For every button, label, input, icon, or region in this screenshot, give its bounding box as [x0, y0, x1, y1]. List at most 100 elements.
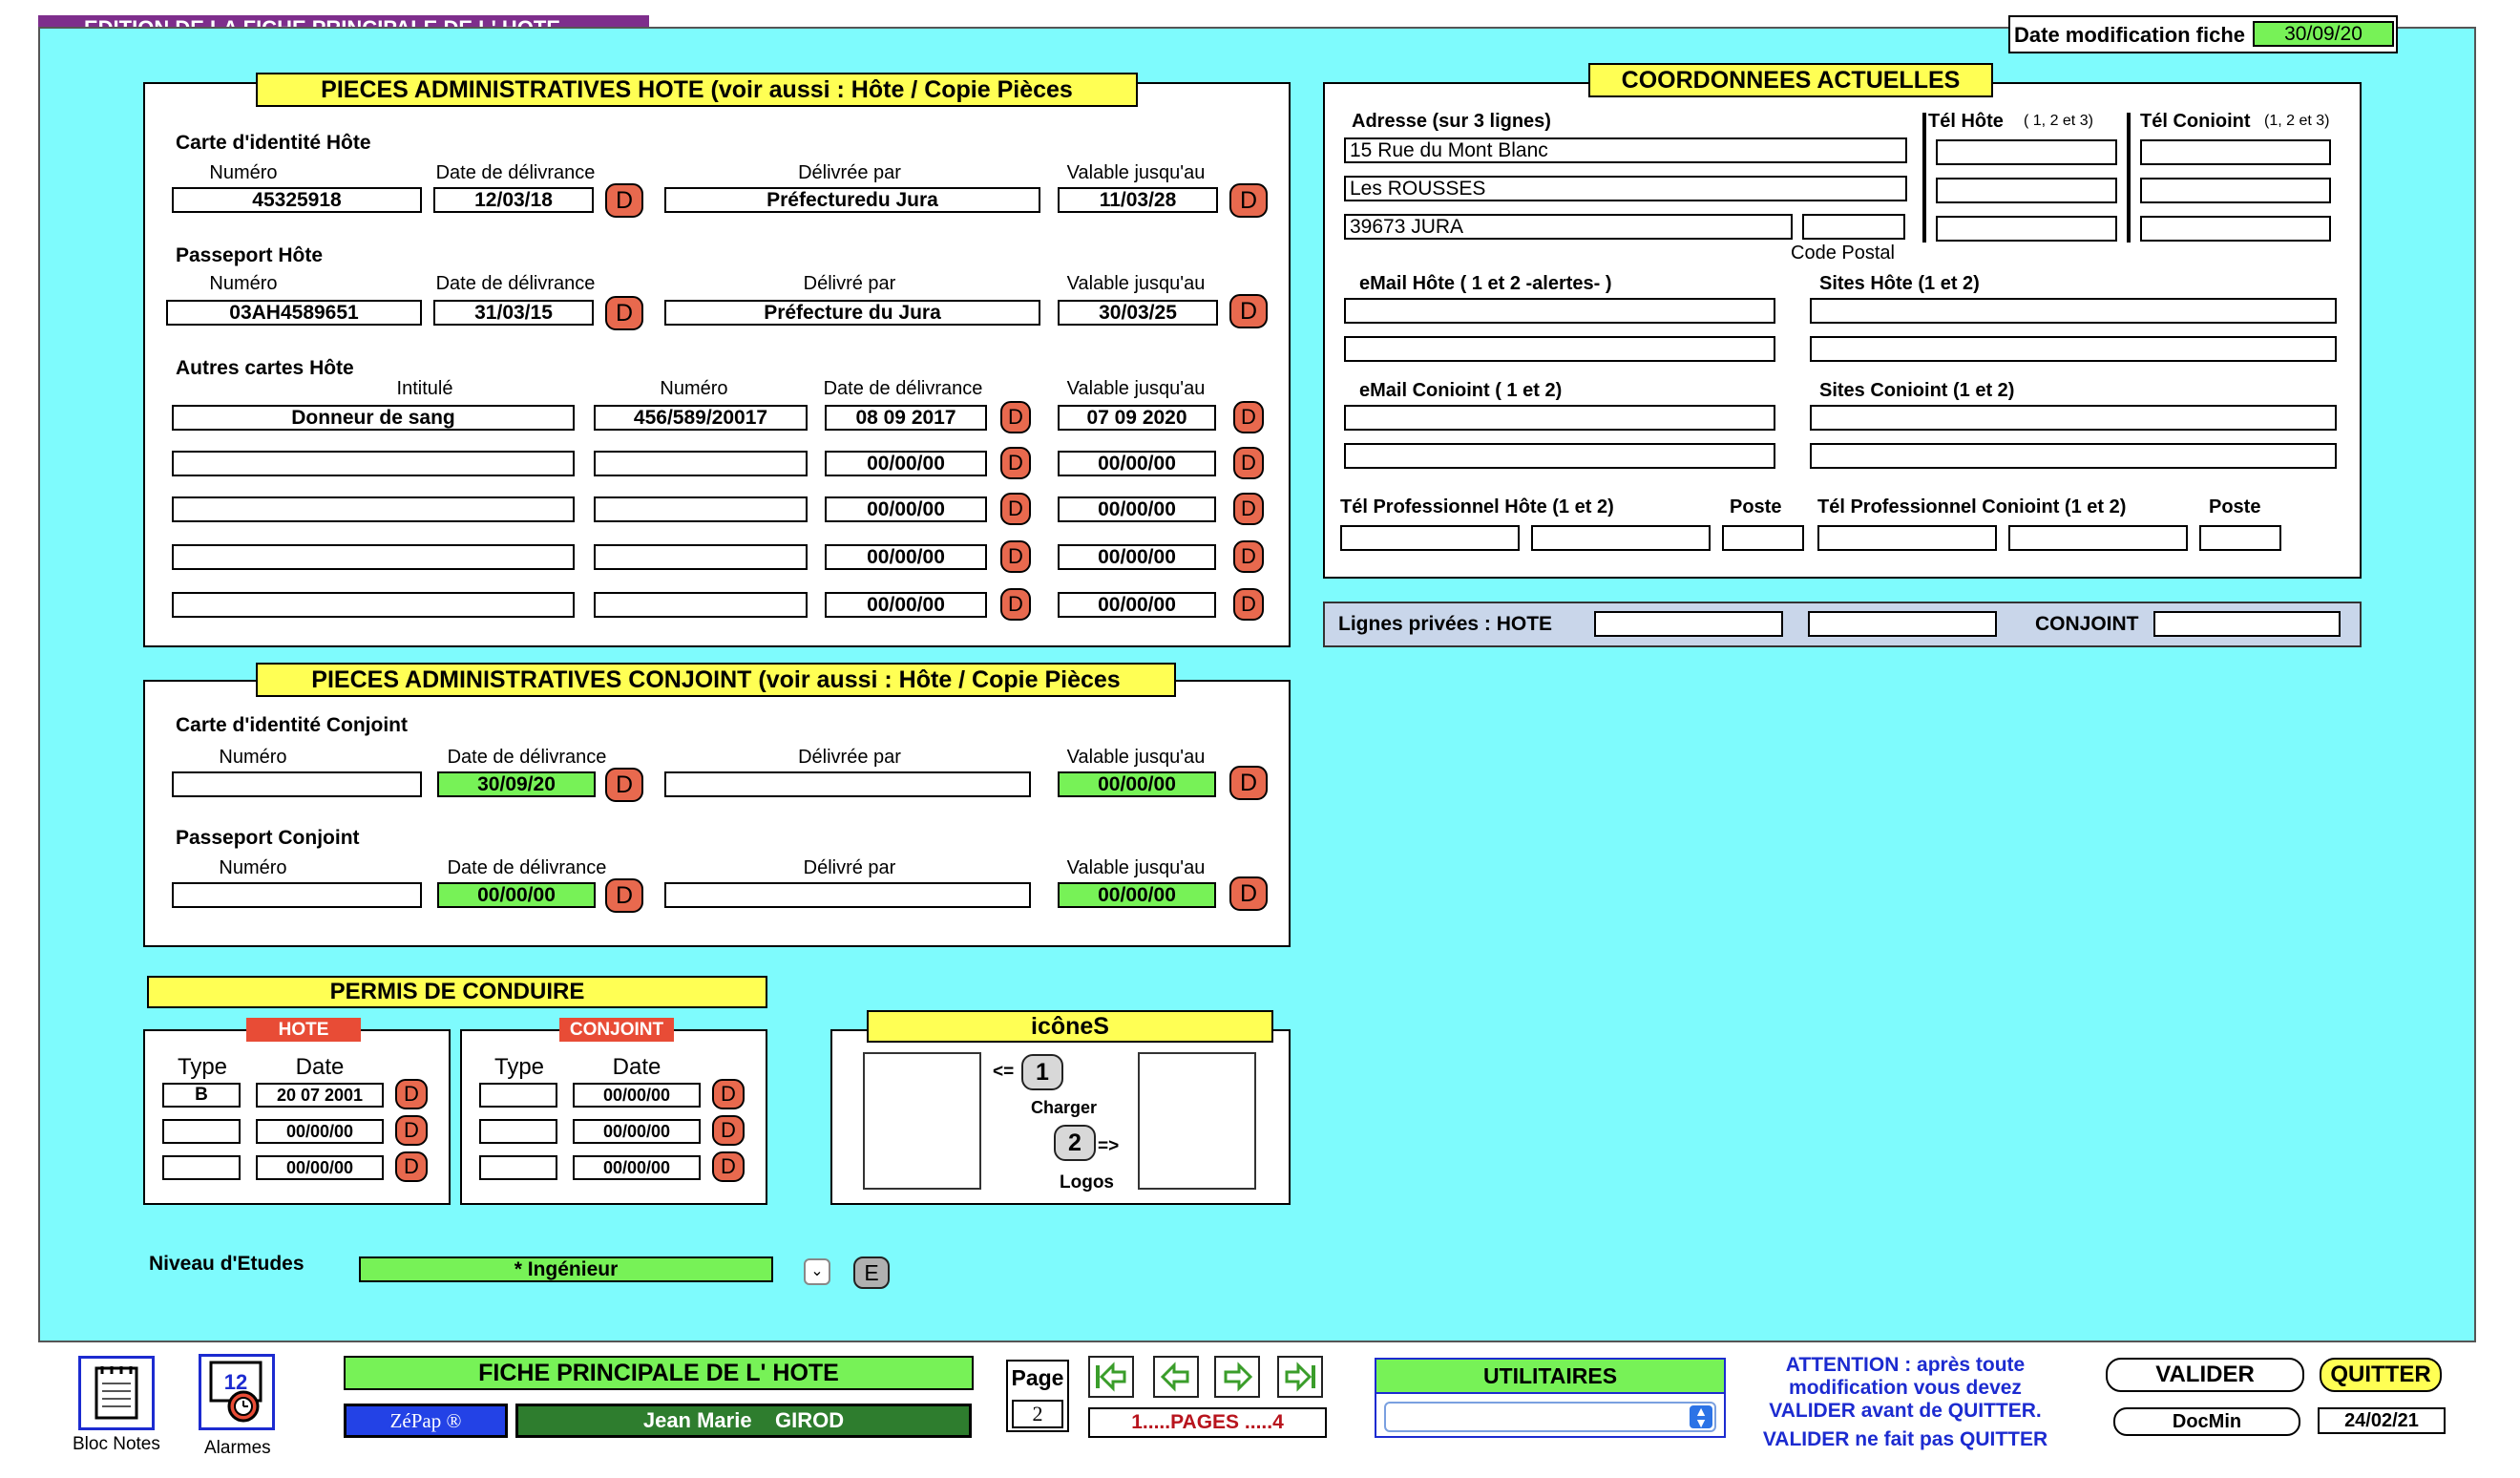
- adresse-line-2[interactable]: Les ROUSSES: [1344, 176, 1907, 201]
- telpro-hote-1[interactable]: [1340, 525, 1520, 551]
- chevron-down-icon[interactable]: ⌄: [804, 1258, 830, 1285]
- carte-conjoint-date[interactable]: 30/09/20: [437, 771, 596, 797]
- permis-type[interactable]: [479, 1155, 557, 1180]
- carte-conjoint-valable-d-button[interactable]: D: [1229, 766, 1268, 800]
- permis-date[interactable]: 00/00/00: [573, 1155, 701, 1180]
- autres-date[interactable]: 00/00/00: [825, 451, 987, 476]
- telpro-conjoint-1[interactable]: [1817, 525, 1997, 551]
- icon-box-left[interactable]: [863, 1052, 981, 1190]
- permis-date-d-button[interactable]: D: [712, 1151, 745, 1182]
- permis-date-d-button[interactable]: D: [712, 1115, 745, 1146]
- passeport-hote-numero[interactable]: 03AH4589651: [166, 300, 422, 326]
- load-icon-1-button[interactable]: 1: [1021, 1054, 1063, 1090]
- autres-date-d-button[interactable]: D: [1000, 540, 1031, 573]
- utilitaires-select[interactable]: ▲ ▼: [1384, 1402, 1716, 1432]
- permis-date[interactable]: 00/00/00: [573, 1083, 701, 1108]
- code-postal-field[interactable]: [1802, 214, 1905, 240]
- passeport-conjoint-valable[interactable]: 00/00/00: [1058, 882, 1216, 908]
- passeport-conjoint-numero[interactable]: [172, 882, 422, 908]
- sites-hote-2[interactable]: [1810, 336, 2337, 362]
- autres-numero[interactable]: [594, 592, 808, 618]
- autres-intitule[interactable]: Donneur de sang: [172, 405, 575, 431]
- permis-type[interactable]: B: [162, 1083, 241, 1108]
- passeport-conjoint-valable-d-button[interactable]: D: [1229, 876, 1268, 911]
- autres-date[interactable]: 08 09 2017: [825, 405, 987, 431]
- poste-hote[interactable]: [1722, 525, 1804, 551]
- autres-intitule[interactable]: [172, 544, 575, 570]
- autres-valable[interactable]: 00/00/00: [1058, 496, 1216, 522]
- ligne-hote-1[interactable]: [1594, 611, 1783, 637]
- autres-valable[interactable]: 00/00/00: [1058, 592, 1216, 618]
- carte-hote-date[interactable]: 12/03/18: [433, 187, 594, 213]
- niveau-field[interactable]: * Ingénieur: [359, 1256, 773, 1282]
- tel-hote-3[interactable]: [1936, 216, 2117, 242]
- telpro-hote-2[interactable]: [1531, 525, 1711, 551]
- autres-date[interactable]: 00/00/00: [825, 592, 987, 618]
- autres-numero[interactable]: [594, 496, 808, 522]
- autres-intitule[interactable]: [172, 496, 575, 522]
- last-page-button[interactable]: [1277, 1356, 1323, 1398]
- autres-valable-d-button[interactable]: D: [1233, 588, 1264, 621]
- date-mod-field[interactable]: 30/09/20: [2253, 21, 2394, 47]
- sites-conjoint-2[interactable]: [1810, 443, 2337, 469]
- passeport-hote-date-d-button[interactable]: D: [605, 296, 643, 330]
- permis-date-d-button[interactable]: D: [395, 1115, 428, 1146]
- passeport-hote-valable-d-button[interactable]: D: [1229, 294, 1268, 328]
- ligne-conjoint[interactable]: [2153, 611, 2341, 637]
- sites-hote-1[interactable]: [1810, 298, 2337, 324]
- tel-conjoint-3[interactable]: [2140, 216, 2331, 242]
- passeport-hote-valable[interactable]: 30/03/25: [1058, 300, 1218, 326]
- valider-button[interactable]: VALIDER: [2106, 1358, 2304, 1392]
- carte-hote-par[interactable]: Préfecturedu Jura: [664, 187, 1040, 213]
- autres-valable-d-button[interactable]: D: [1233, 401, 1264, 433]
- autres-numero[interactable]: [594, 451, 808, 476]
- carte-hote-valable[interactable]: 11/03/28: [1058, 187, 1218, 213]
- passeport-conjoint-date-d-button[interactable]: D: [605, 878, 643, 913]
- adresse-line-1[interactable]: 15 Rue du Mont Blanc: [1344, 137, 1907, 163]
- autres-valable-d-button[interactable]: D: [1233, 447, 1264, 479]
- autres-numero[interactable]: [594, 544, 808, 570]
- page-number[interactable]: 2: [1012, 1400, 1063, 1428]
- autres-date-d-button[interactable]: D: [1000, 493, 1031, 525]
- carte-hote-numero[interactable]: 45325918: [172, 187, 422, 213]
- permis-date-d-button[interactable]: D: [395, 1079, 428, 1109]
- autres-intitule[interactable]: [172, 451, 575, 476]
- tel-hote-2[interactable]: [1936, 178, 2117, 203]
- quitter-button[interactable]: QUITTER: [2320, 1358, 2442, 1392]
- carte-conjoint-valable[interactable]: 00/00/00: [1058, 771, 1216, 797]
- docmin-button[interactable]: DocMin: [2113, 1407, 2300, 1436]
- bloc-notes-button[interactable]: [78, 1356, 155, 1430]
- passeport-hote-date[interactable]: 31/03/15: [433, 300, 594, 326]
- autres-date-d-button[interactable]: D: [1000, 401, 1031, 433]
- email-conjoint-1[interactable]: [1344, 405, 1775, 431]
- poste-conjoint[interactable]: [2199, 525, 2281, 551]
- tel-hote-1[interactable]: [1936, 139, 2117, 165]
- first-page-button[interactable]: [1088, 1356, 1134, 1398]
- autres-date-d-button[interactable]: D: [1000, 588, 1031, 621]
- autres-valable[interactable]: 00/00/00: [1058, 544, 1216, 570]
- telpro-conjoint-2[interactable]: [2008, 525, 2188, 551]
- permis-date[interactable]: 00/00/00: [256, 1155, 384, 1180]
- passeport-hote-par[interactable]: Préfecture du Jura: [664, 300, 1040, 326]
- load-icon-2-button[interactable]: 2: [1054, 1125, 1096, 1161]
- tel-conjoint-2[interactable]: [2140, 178, 2331, 203]
- permis-type[interactable]: [479, 1083, 557, 1108]
- carte-hote-date-d-button[interactable]: D: [605, 183, 643, 218]
- email-hote-1[interactable]: [1344, 298, 1775, 324]
- autres-intitule[interactable]: [172, 592, 575, 618]
- permis-type[interactable]: [479, 1119, 557, 1144]
- tel-conjoint-1[interactable]: [2140, 139, 2331, 165]
- prev-page-button[interactable]: [1153, 1356, 1199, 1398]
- niveau-e-button[interactable]: E: [853, 1256, 890, 1289]
- permis-type[interactable]: [162, 1155, 241, 1180]
- autres-date[interactable]: 00/00/00: [825, 544, 987, 570]
- autres-numero[interactable]: 456/589/20017: [594, 405, 808, 431]
- email-conjoint-2[interactable]: [1344, 443, 1775, 469]
- permis-date-d-button[interactable]: D: [712, 1079, 745, 1109]
- autres-date[interactable]: 00/00/00: [825, 496, 987, 522]
- permis-date[interactable]: 00/00/00: [573, 1119, 701, 1144]
- autres-valable[interactable]: 07 09 2020: [1058, 405, 1216, 431]
- permis-type[interactable]: [162, 1119, 241, 1144]
- sites-conjoint-1[interactable]: [1810, 405, 2337, 431]
- alarmes-button[interactable]: 12: [199, 1354, 275, 1430]
